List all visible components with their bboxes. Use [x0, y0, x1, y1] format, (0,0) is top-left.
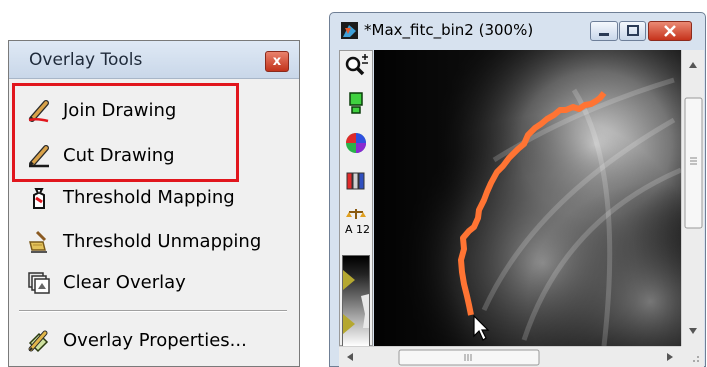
pencil-icon [28, 100, 49, 123]
image-canvas[interactable] [374, 50, 681, 346]
resize-grip-icon [693, 356, 699, 362]
scroll-right-arrow-icon [667, 353, 673, 361]
vertical-scrollbar[interactable] [681, 50, 704, 346]
image-window: *Max_fitc_bin2 (300%) A 12 [329, 12, 706, 367]
calibration-label: A 12 [345, 223, 370, 236]
pencil-icon [29, 145, 49, 168]
maximize-button[interactable] [619, 21, 646, 41]
menu-item-label: Cut Drawing [63, 145, 175, 166]
overlay-tools-menu: Overlay Tools x Join Drawing Cut Drawing… [8, 40, 300, 367]
threshold-unmapping-icon [29, 230, 47, 253]
menu-separator [19, 310, 287, 312]
app-icon [341, 22, 358, 39]
maximize-icon [627, 25, 639, 36]
zoom-icon [345, 54, 368, 76]
hscrollbar-graphics [347, 349, 673, 366]
scroll-down-arrow-icon [689, 328, 697, 334]
color-wheel-icon [346, 133, 366, 153]
zoom-button[interactable] [342, 53, 370, 83]
menu-title: Overlay Tools [29, 50, 143, 70]
menu-item-join-drawing[interactable]: Join Drawing [13, 90, 295, 130]
menu-close-button[interactable]: x [265, 51, 289, 72]
menu-item-label: Overlay Properties... [63, 330, 247, 351]
menu-item-label: Threshold Mapping [63, 187, 235, 208]
overlay-button[interactable] [342, 89, 370, 119]
scroll-left-arrow-icon [347, 353, 353, 361]
minimize-icon [599, 33, 609, 36]
lut-button[interactable] [342, 167, 370, 197]
color-button[interactable] [342, 129, 370, 159]
menu-item-label: Threshold Unmapping [63, 231, 262, 252]
overlay-layer-icon [349, 92, 363, 114]
lut-bars-icon [346, 172, 365, 190]
menu-item-clear-overlay[interactable]: Clear Overlay [13, 262, 295, 302]
scroll-thumb [684, 97, 703, 229]
scroll-up-arrow-icon [689, 62, 697, 68]
menu-item-overlay-properties[interactable]: Overlay Properties... [13, 320, 295, 360]
menu-item-threshold-unmapping[interactable]: Threshold Unmapping [13, 221, 295, 261]
fluorescence-image [374, 50, 681, 346]
close-icon [664, 25, 676, 37]
window-titlebar[interactable]: *Max_fitc_bin2 (300%) [330, 13, 705, 45]
scale-balance-icon: A 12 [345, 209, 370, 236]
menu-title-bar: Overlay Tools x [9, 41, 299, 79]
image-toolbar: A 12 [339, 50, 373, 347]
resize-grip[interactable] [681, 346, 704, 367]
scrollbar-graphics [684, 62, 703, 334]
overlay-properties-icon [28, 330, 49, 353]
hscroll-thumb [398, 349, 540, 366]
menu-item-threshold-mapping[interactable]: Threshold Mapping [13, 177, 295, 217]
calibration-button[interactable]: A 12 [342, 207, 370, 237]
menu-item-label: Join Drawing [63, 100, 177, 121]
menu-item-cut-drawing[interactable]: Cut Drawing [13, 135, 295, 175]
clear-overlay-icon [28, 272, 50, 294]
minimize-button[interactable] [590, 21, 618, 41]
lut-markers-icon [343, 270, 369, 334]
window-title: *Max_fitc_bin2 (300%) [364, 21, 534, 39]
window-close-button[interactable] [648, 21, 692, 41]
lut-color-bar[interactable] [342, 255, 370, 347]
threshold-mapping-icon [33, 188, 45, 209]
horizontal-scrollbar[interactable] [339, 346, 681, 367]
menu-item-label: Clear Overlay [63, 272, 186, 293]
